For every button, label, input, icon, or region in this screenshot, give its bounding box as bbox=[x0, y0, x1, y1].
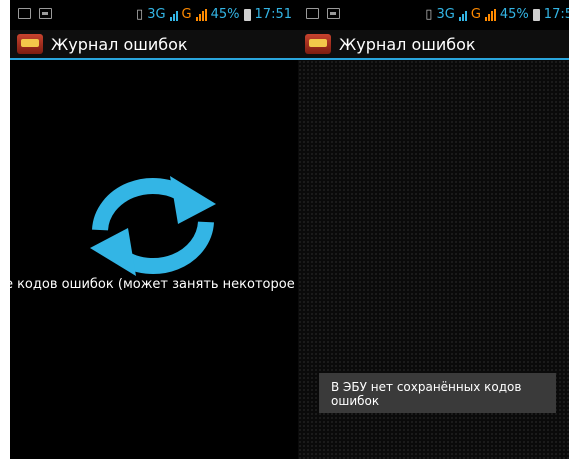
vibrate-icon: ▯ bbox=[136, 7, 144, 22]
clock: 17:5 bbox=[543, 7, 569, 22]
carrier-indicator: G bbox=[181, 7, 192, 22]
battery-percent: 45% bbox=[210, 7, 240, 22]
signal-icon bbox=[458, 9, 467, 21]
page-title: Журнал ошибок bbox=[51, 34, 188, 54]
battery-icon bbox=[532, 8, 540, 21]
app-icon[interactable] bbox=[17, 34, 43, 54]
action-bar: Журнал ошибок bbox=[298, 30, 569, 60]
refresh-icon bbox=[90, 176, 216, 276]
notification-icon bbox=[18, 8, 31, 19]
app-icon[interactable] bbox=[305, 34, 331, 54]
signal-icon-2 bbox=[195, 8, 207, 21]
signal-icon bbox=[169, 9, 178, 21]
status-bar: ▯ 3G G 45% 17:51 bbox=[10, 0, 298, 30]
battery-percent: 45% bbox=[499, 7, 529, 22]
action-bar: Журнал ошибок bbox=[10, 30, 298, 60]
loading-message: ние кодов ошибок (может занять некоторое… bbox=[10, 277, 298, 292]
clock: 17:51 bbox=[254, 7, 292, 22]
network-type: 3G bbox=[147, 7, 166, 22]
notification-icon bbox=[306, 8, 319, 19]
carrier-indicator: G bbox=[470, 7, 481, 22]
image-icon bbox=[39, 8, 52, 19]
signal-icon-2 bbox=[484, 8, 496, 21]
toast-message: В ЭБУ нет сохранённых кодов ошибок bbox=[319, 373, 556, 413]
image-icon bbox=[327, 8, 340, 19]
page-title: Журнал ошибок bbox=[339, 34, 476, 54]
status-bar: ▯ 3G G 45% 17:5 bbox=[298, 0, 569, 30]
result-area: В ЭБУ нет сохранённых кодов ошибок bbox=[298, 60, 569, 459]
battery-icon bbox=[243, 8, 251, 21]
phone-screen-loading: ▯ 3G G 45% 17:51 Журнал ошибок ние кодов… bbox=[10, 0, 298, 459]
phone-screen-result: ▯ 3G G 45% 17:5 Журнал ошибок В ЭБУ нет … bbox=[298, 0, 569, 459]
vibrate-icon: ▯ bbox=[425, 7, 433, 22]
loading-area: ние кодов ошибок (может занять некоторое… bbox=[10, 60, 298, 459]
network-type: 3G bbox=[436, 7, 455, 22]
